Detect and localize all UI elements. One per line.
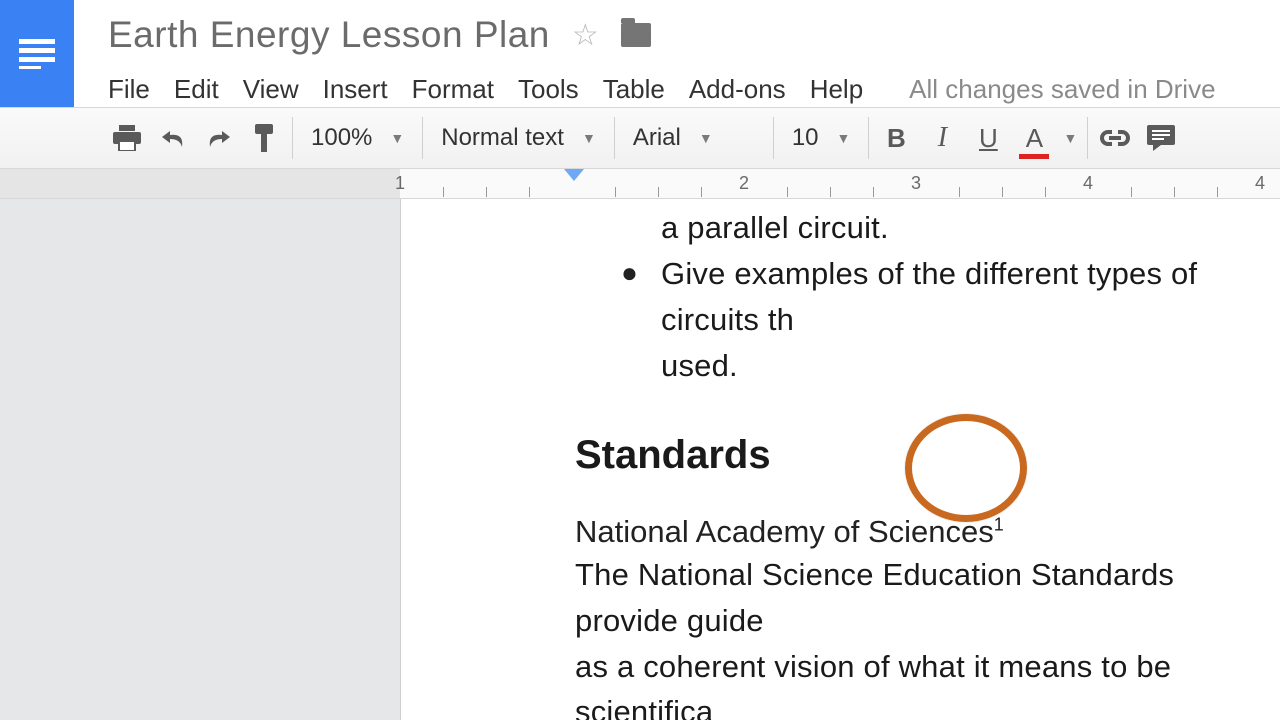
ruler-tick — [787, 187, 788, 197]
page-gutter — [0, 199, 400, 720]
insert-comment-button[interactable] — [1138, 115, 1184, 161]
ruler-tick — [1131, 187, 1132, 197]
toolbar-separator — [1087, 117, 1088, 159]
chevron-down-icon: ▼ — [699, 130, 713, 146]
menu-view[interactable]: View — [243, 74, 299, 105]
toolbar-separator — [773, 117, 774, 159]
app-logo[interactable] — [0, 0, 74, 107]
redo-button[interactable] — [196, 115, 242, 161]
menu-table[interactable]: Table — [603, 74, 665, 105]
ruler-tick — [658, 187, 659, 197]
font-size-value: 10 — [792, 124, 819, 152]
menu-tools[interactable]: Tools — [518, 74, 579, 105]
menu-insert[interactable]: Insert — [323, 74, 388, 105]
toolbar-separator — [422, 117, 423, 159]
ruler-number: 2 — [739, 173, 749, 194]
footnote-superscript[interactable]: 1 — [994, 514, 1004, 534]
ruler-margin — [0, 169, 400, 198]
ruler-tick — [486, 187, 487, 197]
menu-bar: File Edit View Insert Format Tools Table… — [108, 56, 1280, 105]
document-title[interactable]: Earth Energy Lesson Plan — [108, 14, 550, 56]
ruler-tick — [959, 187, 960, 197]
ruler-number: 1 — [395, 173, 405, 194]
body-text[interactable]: used. — [661, 343, 1280, 389]
star-icon[interactable]: ☆ — [572, 18, 599, 53]
ruler-tick — [1217, 187, 1218, 197]
chevron-down-icon: ▼ — [1063, 130, 1077, 146]
font-select[interactable]: Arial ▼ — [619, 115, 769, 161]
heading-standards[interactable]: Standards — [401, 389, 1280, 512]
zoom-value: 100% — [311, 124, 372, 152]
chevron-down-icon: ▼ — [837, 130, 851, 146]
indent-marker[interactable] — [564, 169, 584, 181]
body-text[interactable]: National Academy of Sciences1 — [575, 512, 1280, 552]
list-item[interactable]: ● Give examples of the different types o… — [401, 251, 1280, 389]
toolbar-separator — [868, 117, 869, 159]
text-color-button[interactable]: A — [1011, 115, 1057, 161]
ruler[interactable]: 1 2 3 4 4 — [0, 169, 1280, 199]
body-text-span: National Academy of Sciences — [575, 514, 994, 549]
comment-icon — [1147, 125, 1175, 151]
menu-file[interactable]: File — [108, 74, 150, 105]
chevron-down-icon: ▼ — [582, 130, 596, 146]
body-text[interactable]: a parallel circuit. — [401, 205, 1280, 251]
toolbar: 100% ▼ Normal text ▼ Arial ▼ 10 ▼ B I U … — [0, 107, 1280, 169]
paragraph-style-value: Normal text — [441, 124, 564, 152]
menu-help[interactable]: Help — [810, 74, 863, 105]
text-color-dropdown[interactable]: ▼ — [1057, 115, 1083, 161]
insert-link-button[interactable] — [1092, 115, 1138, 161]
ruler-number: 4 — [1255, 173, 1265, 194]
ruler-tick — [529, 187, 530, 197]
print-icon — [113, 125, 141, 151]
ruler-tick — [1045, 187, 1046, 197]
workspace: a parallel circuit. ● Give examples of t… — [0, 199, 1280, 720]
print-button[interactable] — [104, 115, 150, 161]
ruler-tick — [1002, 187, 1003, 197]
body-text[interactable]: Give examples of the different types of … — [661, 251, 1280, 343]
body-text[interactable]: as a coherent vision of what it means to… — [575, 644, 1280, 720]
ruler-tick — [443, 187, 444, 197]
paint-format-button[interactable] — [242, 115, 288, 161]
bullet-icon: ● — [621, 251, 661, 389]
body-text[interactable]: The National Science Education Standards… — [575, 552, 1280, 644]
docs-logo-icon — [19, 39, 55, 69]
font-value: Arial — [633, 124, 681, 152]
menu-addons[interactable]: Add-ons — [689, 74, 786, 105]
menu-format[interactable]: Format — [412, 74, 494, 105]
link-icon — [1100, 130, 1130, 146]
document-page[interactable]: a parallel circuit. ● Give examples of t… — [400, 199, 1280, 720]
paint-format-icon — [253, 124, 277, 152]
save-status: All changes saved in Drive — [909, 74, 1215, 105]
toolbar-separator — [292, 117, 293, 159]
ruler-number: 3 — [911, 173, 921, 194]
paragraph-style-select[interactable]: Normal text ▼ — [427, 115, 610, 161]
underline-button[interactable]: U — [965, 115, 1011, 161]
redo-icon — [206, 127, 232, 149]
folder-icon[interactable] — [621, 23, 651, 47]
undo-button[interactable] — [150, 115, 196, 161]
title-area: Earth Energy Lesson Plan ☆ File Edit Vie… — [74, 0, 1280, 105]
chevron-down-icon: ▼ — [390, 130, 404, 146]
font-size-select[interactable]: 10 ▼ — [778, 115, 865, 161]
ruler-tick — [615, 187, 616, 197]
ruler-tick — [830, 187, 831, 197]
app-header: Earth Energy Lesson Plan ☆ File Edit Vie… — [0, 0, 1280, 107]
text-color-swatch — [1019, 154, 1049, 159]
bold-button[interactable]: B — [873, 115, 919, 161]
italic-button[interactable]: I — [919, 115, 965, 161]
ruler-tick — [873, 187, 874, 197]
menu-edit[interactable]: Edit — [174, 74, 219, 105]
ruler-tick — [701, 187, 702, 197]
ruler-tick — [1174, 187, 1175, 197]
ruler-number: 4 — [1083, 173, 1093, 194]
zoom-select[interactable]: 100% ▼ — [297, 115, 418, 161]
undo-icon — [160, 127, 186, 149]
text-color-label: A — [1026, 123, 1043, 154]
toolbar-separator — [614, 117, 615, 159]
